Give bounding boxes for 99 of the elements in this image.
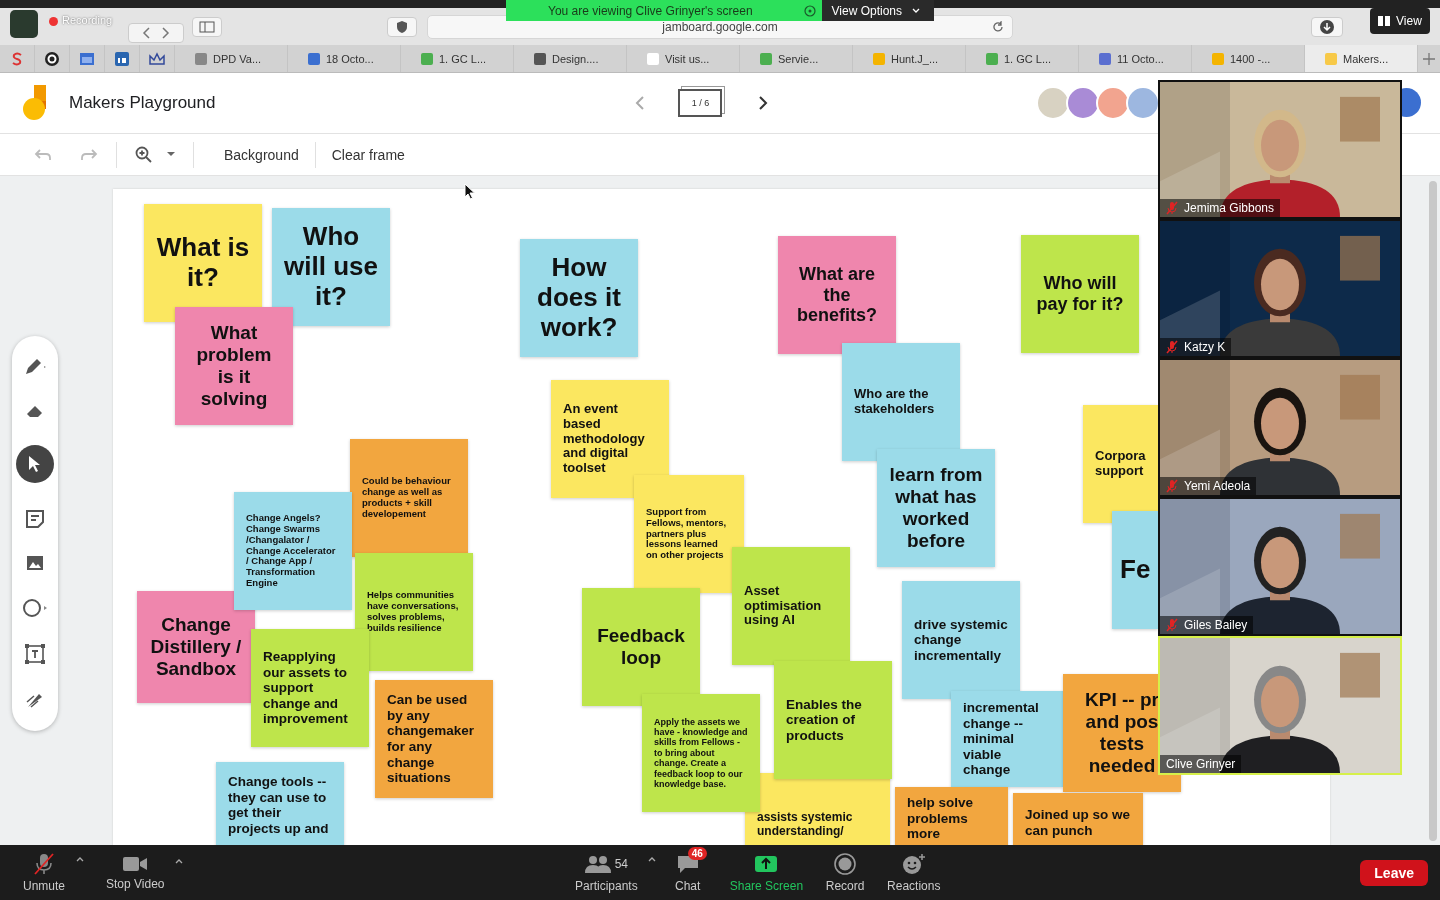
sticky-note[interactable]: Corpora support	[1083, 405, 1158, 523]
video-camera-icon	[122, 854, 149, 873]
circle-icon[interactable]	[22, 597, 48, 618]
select-tool-button[interactable]	[16, 445, 54, 484]
caret-down-icon	[912, 8, 920, 13]
clear-frame-button[interactable]: Clear frame	[319, 140, 417, 169]
sticky-note[interactable]: Could be behaviour change as well as products + skill developement	[350, 439, 468, 557]
chat-button[interactable]: 46 Chat	[655, 848, 720, 897]
control-label: Share Screen	[729, 878, 804, 893]
download-button[interactable]	[1311, 16, 1343, 37]
sticky-note[interactable]: Feedback loop	[582, 588, 700, 706]
sticky-note[interactable]: An event based methodology and digital toolset	[551, 380, 669, 498]
sidebar-icon	[199, 20, 215, 33]
sticky-note[interactable]: Change Distillery / Sandbox	[137, 591, 255, 703]
smiley-icon	[901, 852, 926, 875]
sticky-note[interactable]: Change Angels? Change Swarms /Changalator / Change Accelerator / Change App / Transformation Engine	[234, 492, 352, 610]
sticky-note[interactable]: What are the benefits?	[778, 236, 896, 354]
reload-icon[interactable]	[992, 20, 1004, 33]
grid-icon	[1378, 16, 1390, 26]
share-button[interactable]: Share Screen	[719, 848, 814, 897]
control-label: Participants	[575, 878, 638, 893]
control-label: Unmute	[23, 878, 65, 893]
people-icon	[584, 854, 611, 873]
record-button[interactable]: Record	[813, 848, 878, 897]
sticky-note[interactable]: Change tools -- they can use to get their projects up and	[216, 762, 344, 845]
recording-label: Recording	[62, 14, 113, 26]
browser-tab[interactable]: Hunt.J_...	[853, 45, 966, 72]
sticky-note[interactable]: Fe	[1112, 511, 1158, 629]
next-frame-icon[interactable]	[758, 96, 769, 110]
caret-up-icon[interactable]	[647, 856, 656, 862]
unread-badge: 46	[687, 846, 707, 860]
stop-video-button[interactable]: Stop Video	[96, 850, 175, 895]
scrollbar[interactable]	[1429, 181, 1437, 841]
image-icon[interactable]	[25, 554, 45, 573]
recording-dot-icon	[49, 17, 58, 26]
unmute-button[interactable]: Unmute	[12, 848, 76, 897]
participant-count: 54	[614, 856, 629, 871]
sticky-note[interactable]: Apply the assets we have - knowledge and skills from Fellows - to bring about change. Create a feedback loop to our knowledge base.	[642, 694, 760, 812]
sticky-note[interactable]: Helps communities have conversations, solves problems, builds resilience	[355, 553, 473, 671]
sticky-note[interactable]: Joined up so we can punch	[1013, 793, 1143, 845]
caret-up-icon[interactable]	[76, 856, 84, 862]
board-title: Makers Playground	[69, 93, 216, 113]
browser-tab[interactable]: 18 Octo...	[288, 45, 401, 72]
record-icon	[834, 852, 857, 875]
sticky-note[interactable]: Enables the creation of products	[774, 661, 892, 779]
sticky-note[interactable]: help solve problems more	[895, 787, 1008, 845]
frame-indicator[interactable]: 1 / 6	[678, 89, 723, 117]
sticky-note[interactable]: learn from what has worked before	[877, 449, 995, 567]
reactions-button[interactable]: Reactions	[877, 848, 951, 897]
leave-button[interactable]: Leave	[1360, 859, 1428, 886]
participant-name: Giles Bailey	[1184, 618, 1248, 632]
browser-tab[interactable]: Makers...	[1305, 45, 1418, 72]
sticky-note-icon[interactable]	[25, 508, 45, 529]
sticky-note[interactable]: Who will use it?	[272, 208, 390, 326]
info-icon[interactable]	[804, 4, 816, 17]
browser-tab[interactable]: Visit us...	[627, 45, 740, 72]
control-label: Chat	[675, 878, 701, 893]
control-label: Record	[825, 878, 865, 893]
muted-mic-icon	[1166, 479, 1178, 493]
browser-tab[interactable]: DPD Va...	[175, 45, 288, 72]
participant-name: Yemi Adeola	[1184, 479, 1251, 493]
browser-tab[interactable]: Servie...	[740, 45, 853, 72]
sticky-note[interactable]: Asset optimisation using AI	[732, 547, 850, 665]
participant-name: Jemima Gibbons	[1184, 201, 1275, 215]
sticky-note[interactable]: drive systemic change incrementally	[902, 581, 1020, 699]
browser-tab[interactable]: 1. GC L...	[966, 45, 1079, 72]
control-label: Reactions	[887, 878, 941, 893]
muted-mic-icon	[1166, 201, 1178, 215]
control-label: Stop Video	[106, 876, 165, 891]
view-options-button[interactable]: View Options	[821, 0, 934, 21]
sticky-note[interactable]: Reapplying our assets to support change and improvement	[251, 629, 369, 747]
background-button[interactable]: Background	[212, 140, 311, 169]
participant-name: Katzy K	[1184, 340, 1226, 354]
share-screen-icon	[754, 854, 779, 873]
browser-tab[interactable]: Design....	[514, 45, 627, 72]
zoom-icon[interactable]	[135, 145, 153, 164]
address-text: jamboard.google.com	[662, 19, 778, 34]
sticky-note[interactable]: Can be used by any changemaker for any change situations	[375, 680, 493, 798]
sticky-note[interactable]: How does it work?	[520, 239, 638, 357]
browser-tab[interactable]: 11 Octo...	[1079, 45, 1192, 72]
sticky-note[interactable]: What problem is it solving	[175, 307, 293, 425]
download-icon	[1320, 19, 1334, 34]
muted-mic-icon	[1166, 340, 1178, 354]
text-box-icon[interactable]	[24, 642, 46, 665]
pen-icon[interactable]	[23, 356, 47, 377]
view-button[interactable]: View	[1370, 8, 1430, 34]
sticky-note[interactable]: What is it?	[144, 204, 262, 322]
caret-icon[interactable]	[167, 152, 175, 157]
sticky-note[interactable]: Who are the stakeholders	[842, 343, 960, 461]
privacy-button[interactable]	[387, 16, 417, 37]
browser-tab[interactable]: 1. GC L...	[401, 45, 514, 72]
muted-mic-icon	[32, 852, 56, 875]
sticky-note[interactable]: incremental change -- minimal viable change	[951, 691, 1063, 787]
muted-mic-icon	[1166, 618, 1178, 632]
sticky-note[interactable]: Who will pay for it?	[1021, 235, 1139, 353]
cursor-icon	[28, 455, 42, 474]
participants-button[interactable]: 54 Participants	[565, 848, 648, 897]
caret-up-icon[interactable]	[174, 858, 183, 864]
sticky-note[interactable]: Support from Fellows, mentors, partners plus lessons learned on other projects	[634, 475, 744, 593]
